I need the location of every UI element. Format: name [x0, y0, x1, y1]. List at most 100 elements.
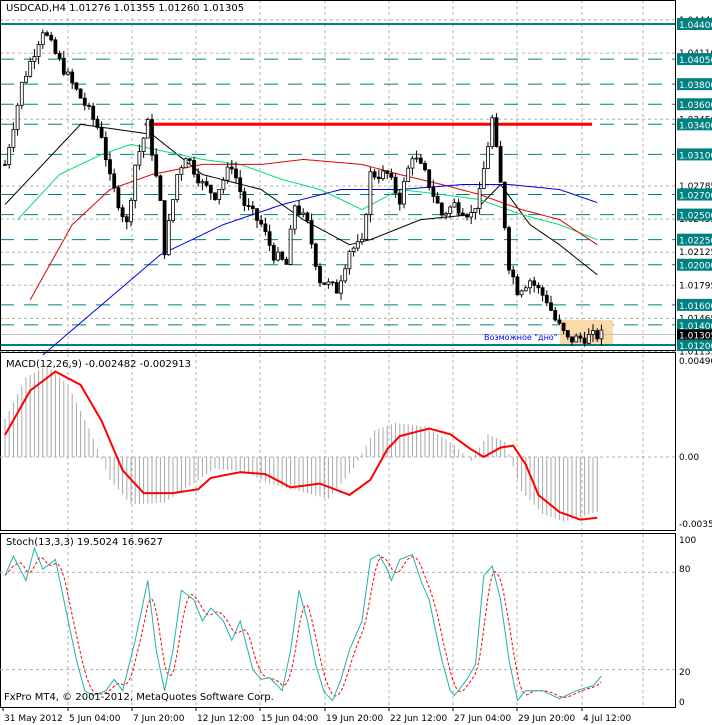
candle-bull — [448, 206, 453, 214]
candle-bull — [292, 205, 297, 230]
price-tick-label: 1.02125 — [679, 248, 712, 258]
candle-bull — [343, 268, 348, 282]
candle-bear — [246, 205, 251, 207]
candle-bear — [70, 71, 75, 84]
candle-bear — [376, 176, 381, 179]
candle-bear — [498, 146, 503, 183]
candle-bear — [259, 219, 264, 225]
candle-bear — [82, 97, 87, 106]
candle-bear — [435, 195, 440, 204]
macd-tick-label: 0.00 — [679, 453, 699, 463]
candle-bear — [540, 287, 545, 296]
candle-bear — [154, 154, 159, 177]
candle-bear — [267, 231, 272, 246]
candle-bear — [397, 192, 402, 205]
stoch-header: Stoch(13,3,3) 19.5024 16.9627 — [6, 537, 163, 548]
candle-bear — [465, 215, 469, 218]
candle-bull — [490, 117, 495, 148]
level-label: 1.03400 — [679, 121, 712, 131]
candle-bear — [334, 282, 339, 294]
candle-bear — [536, 284, 541, 289]
candle-bear — [74, 82, 79, 90]
candle-bull — [133, 164, 138, 201]
level-label: 1.02700 — [679, 192, 712, 202]
candle-bear — [238, 177, 243, 193]
time-axis-label: 5 Jun 04:00 — [69, 714, 121, 724]
candle-bull — [519, 290, 524, 296]
candle-bear — [61, 57, 66, 75]
stoch-tick-label: 80 — [679, 565, 691, 575]
candle-bull — [11, 128, 16, 148]
candle-bull — [175, 174, 180, 201]
candle-bear — [595, 330, 600, 340]
level-label: 1.03800 — [679, 81, 712, 91]
candle-bull — [469, 212, 474, 218]
candle-bull — [591, 330, 595, 335]
candle-bear — [112, 173, 117, 189]
candle-bear — [103, 137, 108, 161]
candle-bear — [565, 330, 570, 338]
candle-bear — [78, 88, 83, 99]
candle-bull — [347, 251, 352, 270]
candle-bear — [150, 119, 154, 156]
candle-bull — [360, 238, 364, 243]
candle-bull — [402, 181, 406, 205]
candle-bear — [532, 280, 537, 286]
candle-bull — [444, 213, 448, 216]
candle-bull — [36, 44, 41, 57]
candle-bull — [452, 202, 457, 208]
candle-bear — [557, 319, 562, 324]
panel-frame — [0, 352, 676, 531]
candle-bear — [192, 160, 196, 175]
symbol-header: USDCAD,H4 1.01276 1.01355 1.01260 1.0130… — [6, 3, 245, 14]
candle-bear — [494, 117, 499, 147]
level-label: 1.04050 — [679, 56, 712, 66]
candle-bear — [322, 282, 327, 285]
level-label: 1.03600 — [679, 101, 712, 111]
time-axis-label: 15 Jun 04:00 — [261, 714, 318, 724]
candle-bull — [574, 335, 579, 343]
candle-bear — [511, 269, 516, 278]
candle-bull — [137, 151, 142, 166]
candle-bull — [473, 208, 478, 213]
candle-bull — [19, 81, 24, 106]
candle-bear — [108, 159, 112, 175]
level-label: 1.04400 — [679, 21, 712, 31]
candle-bear — [208, 184, 213, 194]
candle-bull — [410, 158, 415, 169]
candle-bull — [528, 280, 532, 289]
candle-bear — [49, 34, 54, 41]
candle-bull — [171, 199, 175, 222]
candle-bear — [124, 216, 129, 223]
candle-bear — [204, 181, 209, 186]
candle-bull — [183, 158, 188, 169]
candle-bull — [66, 71, 70, 75]
macd-tick-label: -0.00359 — [679, 520, 712, 530]
macd-tick-label: 0.00490 — [679, 357, 712, 367]
candle-bull — [225, 166, 230, 181]
candle-bear — [120, 207, 125, 218]
candle-bear — [372, 171, 377, 178]
stoch-tick-label: 0 — [679, 698, 685, 708]
candle-bear — [549, 302, 553, 311]
level-label: 1.02000 — [679, 262, 712, 272]
candle-bear — [284, 258, 289, 265]
stoch-tick-label: 100 — [679, 536, 696, 546]
candle-bull — [368, 171, 373, 215]
candle-bear — [389, 173, 394, 178]
candle-bear — [309, 220, 314, 245]
candle-bull — [339, 280, 343, 294]
candle-bear — [95, 118, 100, 128]
candle-bear — [330, 281, 335, 284]
candle-bear — [561, 322, 566, 331]
candle-bear — [423, 162, 427, 171]
candle-bull — [221, 179, 226, 190]
candle-bull — [179, 167, 184, 176]
candle-bull — [15, 104, 20, 130]
candle-bear — [87, 104, 91, 107]
candle-bull — [599, 329, 604, 340]
candle-bear — [507, 227, 511, 271]
candle-bear — [393, 176, 398, 194]
candle-bear — [570, 336, 574, 343]
candle-bear — [297, 205, 301, 215]
